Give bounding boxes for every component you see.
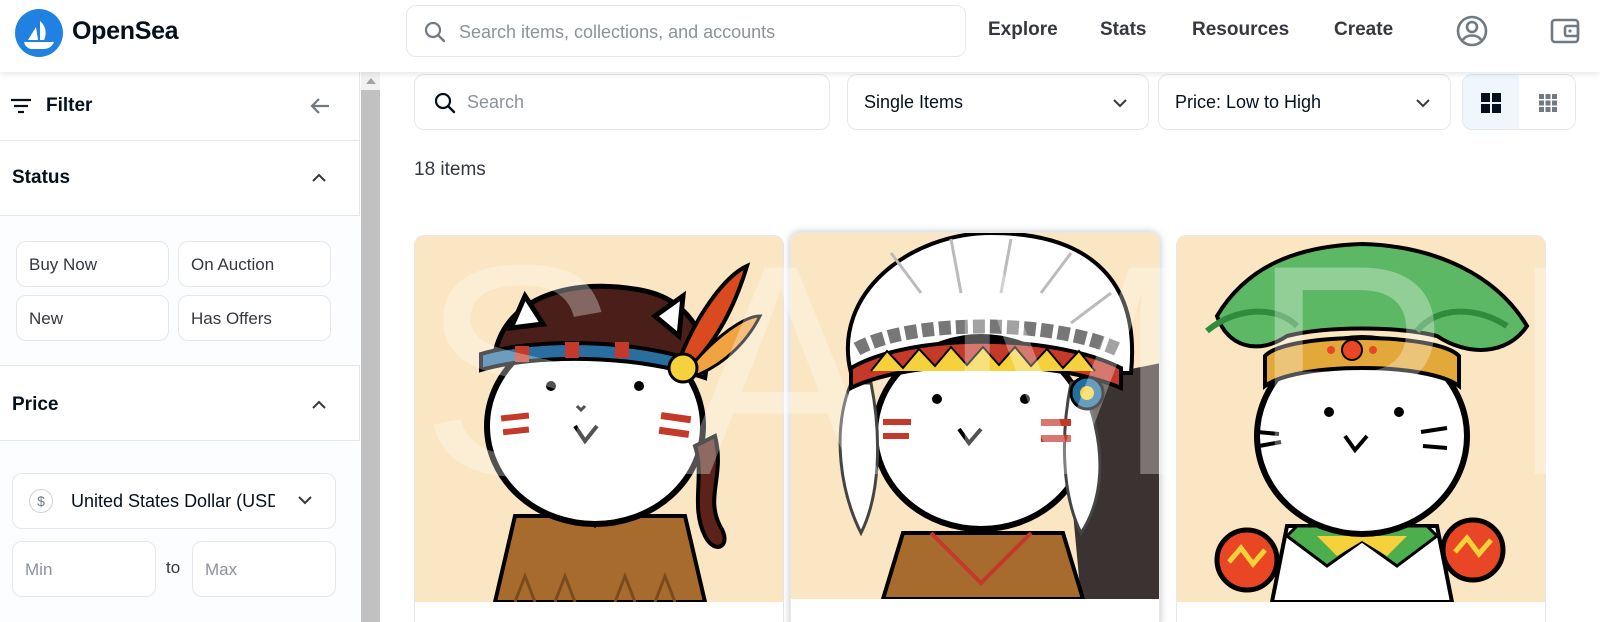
collapse-sidebar-arrow-icon[interactable] (308, 94, 332, 118)
filter-header: Filter (0, 72, 360, 141)
chevron-up-icon[interactable] (311, 170, 327, 186)
price-section-header[interactable]: Price (0, 366, 360, 441)
chevron-down-icon (1113, 99, 1127, 108)
view-mode-toggle (1462, 74, 1576, 130)
sort-value: Price: Low to High (1175, 92, 1322, 112)
sort-select[interactable]: Price: Low to High (1158, 74, 1451, 130)
chevron-down-icon (298, 496, 312, 505)
nft-card[interactable] (790, 232, 1160, 622)
price-range-to-label: to (166, 558, 181, 577)
price-max-input[interactable] (205, 558, 323, 582)
status-has-offers-chip[interactable]: Has Offers (178, 295, 331, 341)
brand-name[interactable]: OpenSea (72, 17, 179, 46)
account-icon[interactable] (1455, 14, 1489, 48)
global-search-input[interactable] (459, 18, 949, 46)
status-buy-now-chip[interactable]: Buy Now (16, 241, 169, 287)
currency-value: United States Dollar (USD) (71, 491, 275, 511)
small-grid-icon (1539, 94, 1557, 112)
status-panel: Buy Now On Auction New Has Offers (0, 216, 360, 366)
price-title: Price (12, 394, 59, 415)
nav-stats[interactable]: Stats (1100, 19, 1146, 41)
item-type-value: Single Items (864, 92, 964, 112)
scroll-up-arrow-icon[interactable] (366, 78, 376, 84)
item-count: 18 items (414, 159, 486, 180)
small-grid-view-button[interactable] (1520, 75, 1575, 129)
price-min-input[interactable] (25, 558, 143, 582)
wallet-icon[interactable] (1548, 14, 1582, 48)
nav-create[interactable]: Create (1334, 19, 1393, 41)
top-navigation-bar: OpenSea Explore Stats Resources Create (0, 0, 1600, 72)
nft-image-cat-feather-headband (415, 236, 783, 602)
chevron-up-icon[interactable] (311, 397, 327, 413)
price-min-box[interactable] (12, 541, 156, 597)
filter-title: Filter (46, 95, 93, 116)
nav-explore[interactable]: Explore (988, 19, 1058, 41)
nft-card[interactable] (414, 235, 784, 622)
large-grid-view-button[interactable] (1463, 75, 1519, 129)
opensea-logo-icon[interactable] (15, 9, 63, 57)
global-search-box[interactable] (406, 5, 966, 57)
sidebar-scrollbar-thumb[interactable] (361, 90, 380, 622)
assets-main-area: Single Items Price: Low to High (380, 72, 1600, 622)
price-max-box[interactable] (192, 541, 336, 597)
items-search-box[interactable] (414, 74, 830, 130)
status-title: Status (12, 167, 71, 188)
status-on-auction-chip[interactable]: On Auction (178, 241, 331, 287)
nft-image-cat-feather-headdress (791, 233, 1159, 599)
search-icon (424, 21, 446, 43)
items-search-input[interactable] (467, 89, 807, 115)
nft-card[interactable] (1176, 235, 1546, 622)
price-panel: $ United States Dollar (USD) to (0, 441, 360, 622)
status-new-chip[interactable]: New (16, 295, 169, 341)
filter-sidebar: Filter Status Buy Now On Auction New Has… (0, 72, 360, 622)
filter-icon (11, 98, 31, 114)
search-icon (434, 92, 456, 114)
item-type-select[interactable]: Single Items (847, 74, 1149, 130)
large-grid-icon (1481, 93, 1501, 113)
dollar-icon: $ (29, 489, 53, 513)
chevron-down-icon (1416, 99, 1430, 108)
status-section-header[interactable]: Status (0, 141, 360, 216)
currency-select[interactable]: $ United States Dollar (USD) (12, 473, 336, 529)
nft-image-cat-palm-headdress (1177, 236, 1545, 602)
nav-resources[interactable]: Resources (1192, 19, 1289, 41)
